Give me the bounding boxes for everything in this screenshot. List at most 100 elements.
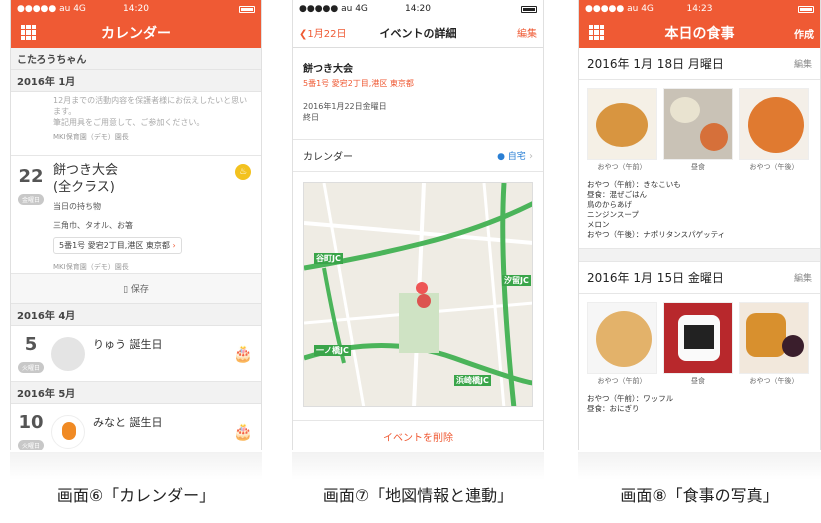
meal-photo[interactable]: おやつ（午前） bbox=[587, 302, 657, 386]
nav-bar: ❮1月22日 イベントの詳細 編集 bbox=[293, 18, 543, 48]
birthday-title: みなと 誕生日 bbox=[93, 416, 163, 429]
back-button[interactable]: ❮1月22日 bbox=[299, 25, 346, 40]
meal-day-header: 2016年 1月 18日 月曜日 編集 bbox=[579, 48, 820, 80]
map-roads bbox=[304, 183, 532, 406]
event-address[interactable]: 5番1号 愛宕2丁目,港区 東京都 bbox=[303, 78, 533, 89]
edit-button[interactable]: 編集 bbox=[794, 271, 812, 284]
caption-calendar: 画面⑥「カレンダー」 bbox=[56, 486, 216, 505]
chevron-right-icon: › bbox=[172, 241, 176, 250]
event-item-previous[interactable]: 12月までの活動内容を保護者様にお伝えしたいと思います。 筆記用具をご用意して、… bbox=[11, 92, 261, 156]
page-title: イベントの詳細 bbox=[379, 26, 457, 40]
battery-icon bbox=[239, 5, 255, 13]
photo-caption: おやつ（午前） bbox=[597, 163, 647, 171]
birthday-item-ryu[interactable]: 5 火曜日 りゅう 誕生日 🎂 bbox=[11, 326, 261, 382]
meal-menu: おやつ（午前）：きなこいも 昼食：混ぜごはん 鳥のからあげ ニンジンスープ メロ… bbox=[587, 180, 726, 239]
map-view[interactable]: 谷町JC 汐留JC 一ノ橋JC 浜崎橋JC bbox=[303, 182, 533, 407]
carrier-text: ●●●●● au 4G bbox=[585, 4, 654, 14]
photo-caption: おやつ（午後） bbox=[749, 377, 799, 385]
calendar-value: 自宅 bbox=[497, 152, 526, 162]
photo-caption: おやつ（午後） bbox=[749, 163, 799, 171]
event-title: 餅つき大会 (全クラス) bbox=[53, 163, 119, 195]
caption-meals: 画面⑧「食事の写真」 bbox=[620, 486, 779, 505]
child-name-header: こたろうちゃん bbox=[11, 48, 261, 70]
event-item-mochitsuki[interactable]: 22 金曜日 餅つき大会 (全クラス) ♨ 当日の持ち物 三角巾、タオル、お箸 … bbox=[11, 156, 261, 274]
meal-photo[interactable]: おやつ（午後） bbox=[739, 88, 809, 172]
phone-icon: ▯ bbox=[123, 285, 129, 295]
event-detail: 餅つき大会 5番1号 愛宕2丁目,港区 東京都 2016年1月22日金曜日 終日 bbox=[293, 48, 543, 129]
month-header: 2016年 5月 bbox=[11, 382, 261, 404]
photo-caption: おやつ（午前） bbox=[597, 377, 647, 385]
meal-date: 2016年 1月 15日 金曜日 bbox=[587, 271, 724, 285]
event-day: 22 bbox=[18, 166, 44, 187]
avatar bbox=[51, 414, 85, 449]
nav-bar: カレンダー bbox=[11, 18, 261, 48]
address-chip[interactable]: 5番1号 愛宕2丁目,港区 東京都 › bbox=[53, 237, 182, 254]
reflection bbox=[10, 452, 262, 480]
photo-row: おやつ（午前） 昼食 おやつ（午後） bbox=[579, 294, 820, 386]
menu-grid-icon[interactable] bbox=[589, 25, 604, 40]
save-label: 保存 bbox=[130, 285, 149, 295]
page-title: カレンダー bbox=[101, 26, 171, 42]
page-title: 本日の食事 bbox=[664, 26, 735, 42]
reflection bbox=[578, 452, 821, 480]
map-label: 谷町JC bbox=[314, 253, 343, 264]
event-organizer: MKI保育園（デモ）園長 bbox=[53, 263, 129, 271]
event-title: 餅つき大会 bbox=[303, 64, 353, 75]
calendar-row[interactable]: カレンダー 自宅 › bbox=[293, 139, 543, 172]
status-bar: ●●●●● au 4G 14:20 bbox=[293, 0, 543, 18]
nav-bar: 本日の食事 作成 bbox=[579, 18, 820, 48]
month-header: 2016年 1月 bbox=[11, 70, 261, 92]
event-weekday: 金曜日 bbox=[17, 194, 44, 205]
photo-row: おやつ（午前） 昼食 おやつ（午後） bbox=[579, 80, 820, 172]
divider bbox=[579, 248, 820, 262]
menu-grid-icon[interactable] bbox=[21, 25, 36, 40]
save-button[interactable]: ▯ 保存 bbox=[11, 274, 261, 304]
event-day: 10 bbox=[18, 411, 44, 433]
meal-photo[interactable]: 昼食 bbox=[663, 88, 733, 172]
edit-button[interactable]: 編集 bbox=[517, 25, 537, 40]
address-text: 5番1号 愛宕2丁目,港区 東京都 bbox=[59, 241, 170, 250]
event-date: 2016年1月22日金曜日 終日 bbox=[303, 102, 387, 122]
map-label: 汐留JC bbox=[502, 275, 531, 286]
birthday-title: りゅう 誕生日 bbox=[93, 338, 163, 351]
chevron-right-icon: › bbox=[529, 151, 533, 162]
battery-icon bbox=[521, 5, 537, 13]
carrier-text: ●●●●● au 4G bbox=[17, 4, 86, 14]
cake-icon: 🎂 bbox=[233, 344, 253, 363]
bring-items: 三角巾、タオル、お箸 bbox=[53, 221, 133, 230]
meal-photo[interactable]: おやつ（午後） bbox=[739, 302, 809, 386]
meal-date: 2016年 1月 18日 月曜日 bbox=[587, 57, 724, 71]
food-category-icon: ♨ bbox=[235, 164, 251, 180]
event-weekday: 火曜日 bbox=[17, 439, 44, 450]
photo-caption: 昼食 bbox=[691, 377, 705, 385]
reflection bbox=[292, 452, 544, 480]
delete-event-button[interactable]: イベントを削除 bbox=[293, 420, 543, 444]
bring-label: 当日の持ち物 bbox=[53, 202, 101, 211]
carrier-text: ●●●●● au 4G bbox=[299, 4, 368, 14]
avatar bbox=[51, 336, 85, 371]
map-label: 浜崎橋JC bbox=[454, 375, 491, 386]
photo-caption: 昼食 bbox=[691, 163, 705, 171]
back-label: 1月22日 bbox=[307, 29, 347, 40]
birthday-item-minato[interactable]: 10 火曜日 みなと 誕生日 🎂 bbox=[11, 404, 261, 450]
edit-button[interactable]: 編集 bbox=[794, 57, 812, 70]
event-description: 12月までの活動内容を保護者様にお伝えしたいと思います。 筆記用具をご用意して、… bbox=[53, 96, 248, 127]
event-day: 5 bbox=[24, 333, 38, 355]
map-label: 一ノ橋JC bbox=[314, 345, 351, 356]
battery-icon bbox=[798, 5, 814, 13]
cake-icon: 🎂 bbox=[233, 422, 253, 441]
calendar-screen: ●●●●● au 4G 14:20 カレンダー こたろうちゃん 2016年 1月… bbox=[10, 0, 262, 450]
meal-menu: おやつ（午前）：ワッフル 昼食：おにぎり bbox=[587, 394, 674, 413]
event-detail-screen: ●●●●● au 4G 14:20 ❮1月22日 イベントの詳細 編集 餅つき大… bbox=[292, 0, 544, 450]
event-weekday: 火曜日 bbox=[17, 361, 44, 373]
create-button[interactable]: 作成 bbox=[794, 26, 814, 41]
calendar-label: カレンダー bbox=[303, 152, 353, 163]
meals-screen: ●●●●● au 4G 14:23 本日の食事 作成 2016年 1月 18日 … bbox=[578, 0, 821, 450]
status-bar: ●●●●● au 4G 14:20 bbox=[11, 0, 261, 18]
status-bar: ●●●●● au 4G 14:23 bbox=[579, 0, 820, 18]
month-header: 2016年 4月 bbox=[11, 304, 261, 326]
meal-photo[interactable]: 昼食 bbox=[663, 302, 733, 386]
event-organizer: MKI保育園（デモ）園長 bbox=[53, 133, 129, 141]
meal-photo[interactable]: おやつ（午前） bbox=[587, 88, 657, 172]
caption-map: 画面⑦「地図情報と連動」 bbox=[322, 486, 514, 505]
